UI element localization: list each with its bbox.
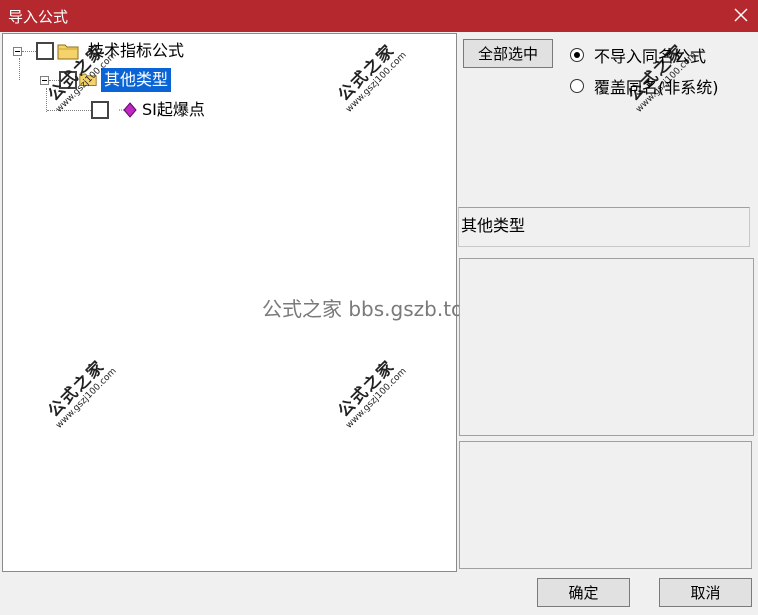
folder-icon <box>57 42 79 60</box>
radio-overwrite[interactable]: 覆盖同名(非系统) <box>570 74 719 98</box>
radio-label: 覆盖同名(非系统) <box>594 78 719 97</box>
title-bar: 导入公式 <box>0 0 758 32</box>
tree-node-label: SI起爆点 <box>142 100 205 119</box>
options-panel: 全部选中 不导入同名公式 覆盖同名(非系统) 其他类型 <box>458 33 756 572</box>
collapse-icon[interactable] <box>40 75 49 85</box>
close-icon[interactable] <box>728 2 754 28</box>
description-box <box>459 258 754 436</box>
radio-button[interactable] <box>570 79 584 93</box>
radio-no-import[interactable]: 不导入同名公式 <box>570 43 706 67</box>
tree-node-checkbox[interactable] <box>36 42 54 60</box>
folder-icon <box>79 71 97 89</box>
select-all-button[interactable]: 全部选中 <box>463 39 553 68</box>
tree-connector <box>47 109 91 111</box>
tree-connector <box>22 50 36 52</box>
tree-node-label: 其他类型 <box>101 68 172 92</box>
radio-button[interactable] <box>570 48 584 62</box>
tree-node-checkbox[interactable] <box>59 71 77 89</box>
type-label: 其他类型 <box>461 216 526 235</box>
ok-button[interactable]: 确定 <box>537 578 630 607</box>
tree-node-formula[interactable]: SI起爆点 <box>47 99 208 121</box>
tree-node-label: 技术指标公式 <box>88 41 185 60</box>
window-title: 导入公式 <box>8 8 69 26</box>
button-bar: 确定 取消 <box>0 572 758 615</box>
details-box <box>459 441 752 569</box>
radio-label: 不导入同名公式 <box>594 47 707 66</box>
type-display: 其他类型 <box>458 207 750 247</box>
formula-tree[interactable]: 技术指标公式 其他类型 SI起爆点 <box>2 33 457 572</box>
tree-connector <box>49 79 59 81</box>
tree-node-checkbox[interactable] <box>91 101 109 119</box>
formula-icon <box>119 101 137 119</box>
cancel-button[interactable]: 取消 <box>659 578 752 607</box>
tree-node-category[interactable]: 其他类型 <box>40 68 172 92</box>
tree-node-root[interactable]: 技术指标公式 <box>13 40 187 62</box>
collapse-icon[interactable] <box>13 46 22 56</box>
